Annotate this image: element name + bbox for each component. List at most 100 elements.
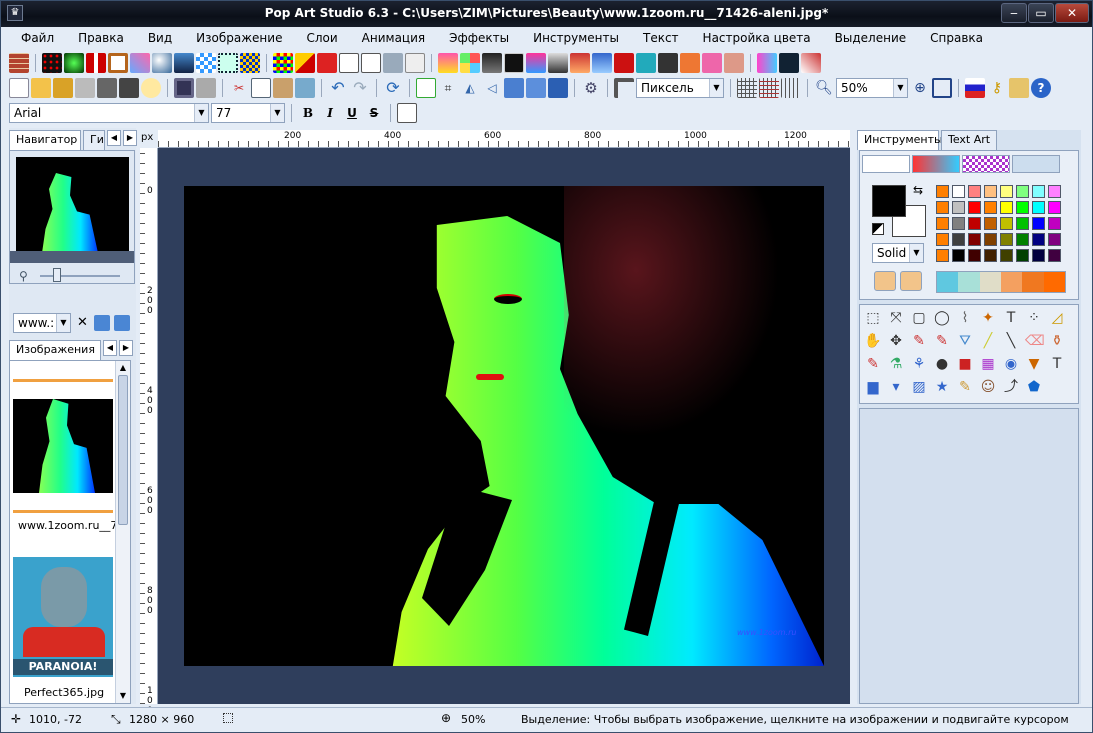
save-icon[interactable]: [174, 78, 194, 98]
dice-effect-icon[interactable]: [339, 53, 359, 73]
lasso-select-icon[interactable]: ⤧: [887, 309, 905, 327]
image-thumbnail[interactable]: PARANOIA!: [13, 557, 113, 677]
brick-effect-icon[interactable]: [9, 53, 29, 73]
menu-layers[interactable]: Слои: [294, 28, 349, 49]
palette-swatch[interactable]: [1032, 217, 1045, 230]
palette-swatch[interactable]: [1000, 217, 1013, 230]
menu-file[interactable]: Файл: [9, 28, 66, 49]
palette-swatch[interactable]: [936, 201, 949, 214]
palette-swatch[interactable]: [968, 217, 981, 230]
explore-icon[interactable]: [1009, 78, 1029, 98]
stamp-icon[interactable]: ⚱: [1048, 332, 1066, 350]
smudge-icon[interactable]: ●: [933, 355, 951, 373]
menu-tools[interactable]: Инструменты: [521, 28, 631, 49]
menu-color-settings[interactable]: Настройка цвета: [691, 28, 823, 49]
forward-icon[interactable]: [114, 315, 130, 331]
tab-images[interactable]: Изображения: [9, 340, 101, 360]
grid-effect-icon[interactable]: [240, 53, 260, 73]
undo-icon[interactable]: ↶: [328, 78, 348, 98]
layers-icon[interactable]: [548, 78, 568, 98]
portrait-pink-icon[interactable]: [702, 53, 722, 73]
open-file-icon[interactable]: [53, 78, 73, 98]
tab-texture[interactable]: [1012, 155, 1060, 173]
palette-swatch[interactable]: [984, 233, 997, 246]
palette-swatch[interactable]: [1000, 201, 1013, 214]
palette-swatch[interactable]: [952, 185, 965, 198]
tab-solid-color[interactable]: [862, 155, 910, 173]
palette-swatch[interactable]: [1048, 201, 1061, 214]
star-icon[interactable]: ★: [933, 378, 951, 396]
pentagon-icon[interactable]: ⬟: [1025, 378, 1043, 396]
gradient-swatch[interactable]: [1000, 272, 1023, 292]
dots-effect-icon[interactable]: [42, 53, 62, 73]
rect-select-icon[interactable]: ⬚: [864, 309, 882, 327]
comment-icon[interactable]: [141, 78, 161, 98]
snap-grid-icon[interactable]: [759, 78, 779, 98]
maximize-button[interactable]: ▭: [1028, 3, 1054, 23]
gradient-swatch[interactable]: [1043, 272, 1065, 292]
url-combo[interactable]: www.: ▼: [13, 313, 71, 333]
pattern-fill-icon[interactable]: ▦: [979, 355, 997, 373]
menu-edit[interactable]: Правка: [66, 28, 136, 49]
portrait-night-icon[interactable]: [779, 53, 799, 73]
glow-effect-icon[interactable]: [64, 53, 84, 73]
gradient-swatch[interactable]: [937, 272, 959, 292]
shape-red-icon[interactable]: ■: [956, 355, 974, 373]
close-button[interactable]: ✕: [1055, 3, 1089, 23]
tiles-effect-icon[interactable]: [196, 53, 216, 73]
tab-next-button[interactable]: ▶: [119, 340, 133, 356]
palette-swatch[interactable]: [1032, 249, 1045, 262]
palette-swatch[interactable]: [984, 217, 997, 230]
pencil-icon[interactable]: ╱: [979, 332, 997, 350]
portrait-skin-icon[interactable]: [724, 53, 744, 73]
ruler-tool-icon[interactable]: ◿: [1048, 309, 1066, 327]
underline-button[interactable]: U: [342, 103, 362, 123]
paste-image-icon[interactable]: [295, 78, 315, 98]
color-wheel-icon[interactable]: ◉: [1002, 355, 1020, 373]
line-style-select[interactable]: Solid ▼: [872, 243, 924, 263]
palette-swatch[interactable]: [1000, 249, 1013, 262]
diamond-effect-icon[interactable]: [130, 53, 150, 73]
palette-swatch[interactable]: [1032, 233, 1045, 246]
portrait-color-icon[interactable]: [526, 53, 546, 73]
frame-effect-icon[interactable]: [108, 53, 128, 73]
palette-swatch[interactable]: [1032, 185, 1045, 198]
menu-image[interactable]: Изображение: [184, 28, 294, 49]
portrait-quad-icon[interactable]: [460, 53, 480, 73]
cut-icon[interactable]: ✂: [229, 78, 249, 98]
palette-swatch[interactable]: [968, 185, 981, 198]
tab-prev-button[interactable]: ◀: [107, 130, 121, 146]
zoom-out-icon[interactable]: 🔍︎: [814, 78, 834, 98]
flag-effect-icon[interactable]: [86, 53, 106, 73]
language-flag-icon[interactable]: [965, 78, 985, 98]
ruler-icon[interactable]: [614, 78, 634, 98]
font-size-select[interactable]: 77 ▼: [211, 103, 285, 123]
palette-swatch[interactable]: [1048, 249, 1061, 262]
bold-button[interactable]: B: [298, 103, 318, 123]
puzzle-effect-icon[interactable]: [383, 53, 403, 73]
fit-window-icon[interactable]: [932, 78, 952, 98]
copy-icon[interactable]: [251, 78, 271, 98]
ellipse-select-icon[interactable]: ◯: [933, 309, 951, 327]
menu-text[interactable]: Текст: [631, 28, 691, 49]
image-thumbnail[interactable]: [13, 399, 113, 493]
tab-guides[interactable]: Ги: [83, 130, 105, 150]
tab-navigator[interactable]: Навигатор: [9, 130, 81, 150]
palette-swatch[interactable]: [952, 249, 965, 262]
portrait-line-icon[interactable]: [801, 53, 821, 73]
settings-icon[interactable]: ⚙: [581, 78, 601, 98]
print-icon[interactable]: [196, 78, 216, 98]
maze-effect-icon[interactable]: [218, 53, 238, 73]
palette-swatch[interactable]: [936, 233, 949, 246]
menu-view[interactable]: Вид: [136, 28, 184, 49]
palette-swatch[interactable]: [1032, 201, 1045, 214]
portrait-che-icon[interactable]: [504, 53, 524, 73]
scrollbar-thumb[interactable]: [118, 375, 128, 525]
minimize-button[interactable]: ‒: [1001, 3, 1027, 23]
guides-icon[interactable]: [781, 78, 801, 98]
list-scrollbar[interactable]: ▲ ▼: [115, 361, 130, 703]
redo-icon[interactable]: ↷: [350, 78, 370, 98]
line-icon[interactable]: ╲: [1002, 332, 1020, 350]
gradient-swatch[interactable]: [1022, 272, 1044, 292]
portrait-cool-icon[interactable]: [592, 53, 612, 73]
